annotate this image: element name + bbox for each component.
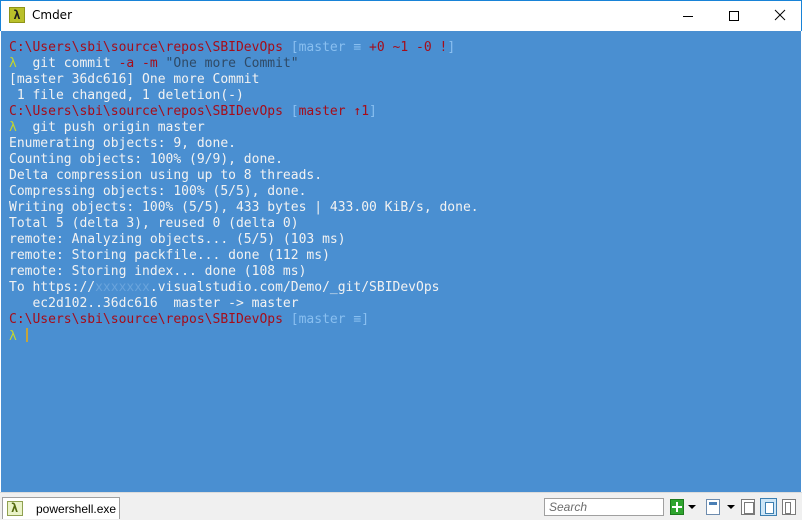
- panel-view-icon[interactable]: [782, 499, 796, 515]
- search-input[interactable]: Search: [544, 498, 664, 516]
- terminal-text: Enumerating objects: 9, done.: [9, 136, 236, 151]
- terminal-text: [: [290, 40, 299, 55]
- terminal-line: ec2d102..36dc616 master -> master: [9, 296, 801, 312]
- terminal-text: Delta compression using up to 8 threads.: [9, 168, 323, 183]
- terminal-text: master ↑1: [298, 104, 370, 119]
- cmder-lambda-icon: [7, 501, 23, 516]
- terminal-text: C:\Users\sbi\source\repos\SBIDevOps: [9, 312, 291, 327]
- status-bar: powershell.exe Search: [0, 492, 802, 520]
- terminal-line: λ: [9, 328, 801, 344]
- terminal-text: master ≡: [298, 40, 370, 55]
- terminal-line: remote: Storing index... done (108 ms): [9, 264, 801, 280]
- terminal-text: xxxxxxx: [95, 280, 150, 295]
- terminal-text: remote: Storing index... done (108 ms): [9, 264, 307, 279]
- terminal-text: 1 file changed, 1 deletion(-): [9, 88, 244, 103]
- maximize-button[interactable]: [711, 1, 757, 31]
- window-icon[interactable]: [706, 499, 720, 515]
- terminal-line: [master 36dc616] One more Commit: [9, 72, 801, 88]
- terminal-text: [: [290, 104, 299, 119]
- cmder-lambda-icon[interactable]: λ: [9, 7, 25, 23]
- close-button[interactable]: [757, 1, 802, 31]
- dropdown-arrow-icon[interactable]: [688, 505, 696, 509]
- terminal-line: λ git commit -a -m "One more Commit": [9, 56, 801, 72]
- terminal-text: Compressing objects: 100% (5/5), done.: [9, 184, 307, 199]
- text-cursor: [25, 328, 28, 342]
- terminal-text: λ: [9, 329, 25, 344]
- dropdown-arrow-icon[interactable]: [727, 505, 735, 509]
- terminal-line: C:\Users\sbi\source\repos\SBIDevOps [mas…: [9, 104, 801, 120]
- terminal-line: Enumerating objects: 9, done.: [9, 136, 801, 152]
- terminal-text: ec2d102..36dc616 master -> master: [9, 296, 299, 311]
- terminal-line: C:\Users\sbi\source\repos\SBIDevOps [mas…: [9, 312, 801, 328]
- terminal-text: remote: Storing packfile... done (112 ms…: [9, 248, 330, 263]
- console-tab[interactable]: powershell.exe: [2, 497, 120, 519]
- terminal-text: ]: [447, 40, 456, 55]
- terminal-text: ]: [361, 312, 370, 327]
- terminal-text: ]: [369, 104, 377, 119]
- maximize-icon: [729, 11, 739, 21]
- new-console-icon[interactable]: [670, 499, 684, 515]
- title-bar[interactable]: λ Cmder: [0, 0, 802, 31]
- terminal-line: Writing objects: 100% (5/5), 433 bytes |…: [9, 200, 801, 216]
- terminal-text: git commit: [24, 56, 119, 71]
- terminal-text: C:\Users\sbi\source\repos\SBIDevOps: [9, 104, 291, 119]
- terminal-text: Total 5 (delta 3), reused 0 (delta 0): [9, 216, 299, 231]
- terminal-text: C:\Users\sbi\source\repos\SBIDevOps: [9, 40, 291, 55]
- terminal-text: λ: [9, 56, 25, 71]
- terminal-line: Total 5 (delta 3), reused 0 (delta 0): [9, 216, 801, 232]
- terminal-line: 1 file changed, 1 deletion(-): [9, 88, 801, 104]
- terminal-text: To https://: [9, 280, 96, 295]
- terminal-output[interactable]: C:\Users\sbi\source\repos\SBIDevOps [mas…: [1, 31, 801, 492]
- terminal-line: Delta compression using up to 8 threads.: [9, 168, 801, 184]
- terminal-line: Compressing objects: 100% (5/5), done.: [9, 184, 801, 200]
- terminal-line: λ git push origin master: [9, 120, 801, 136]
- close-icon: [774, 9, 786, 21]
- terminal-text: master ≡: [298, 312, 362, 327]
- terminal-text: -a -m: [118, 56, 166, 71]
- terminal-text: .visualstudio.com/Demo/_git/SBIDevOps: [149, 280, 440, 295]
- terminal-line: To https://xxxxxxx.visualstudio.com/Demo…: [9, 280, 801, 296]
- terminal-text: Writing objects: 100% (5/5), 433 bytes |…: [9, 200, 479, 215]
- tab-label: powershell.exe: [36, 502, 117, 516]
- terminal-text: git push origin master: [24, 120, 205, 135]
- terminal-line: Counting objects: 100% (9/9), done.: [9, 152, 801, 168]
- terminal-line: remote: Storing packfile... done (112 ms…: [9, 248, 801, 264]
- terminal-text: [master 36dc616] One more Commit: [9, 72, 260, 87]
- terminal-line: remote: Analyzing objects... (5/5) (103 …: [9, 232, 801, 248]
- terminal-text: "One more Commit": [165, 56, 299, 71]
- terminal-text: λ: [9, 120, 25, 135]
- single-view-icon[interactable]: [760, 498, 777, 516]
- window-title: Cmder: [32, 8, 73, 22]
- terminal-text: Counting objects: 100% (9/9), done.: [9, 152, 283, 167]
- terminal-line: C:\Users\sbi\source\repos\SBIDevOps [mas…: [9, 40, 801, 56]
- split-view-icon[interactable]: [741, 499, 755, 515]
- minimize-icon: [683, 16, 693, 17]
- terminal-text: [: [290, 312, 299, 327]
- minimize-button[interactable]: [665, 1, 711, 31]
- terminal-text: +0 ~1 -0 !: [369, 40, 448, 55]
- terminal-text: remote: Analyzing objects... (5/5) (103 …: [9, 232, 346, 247]
